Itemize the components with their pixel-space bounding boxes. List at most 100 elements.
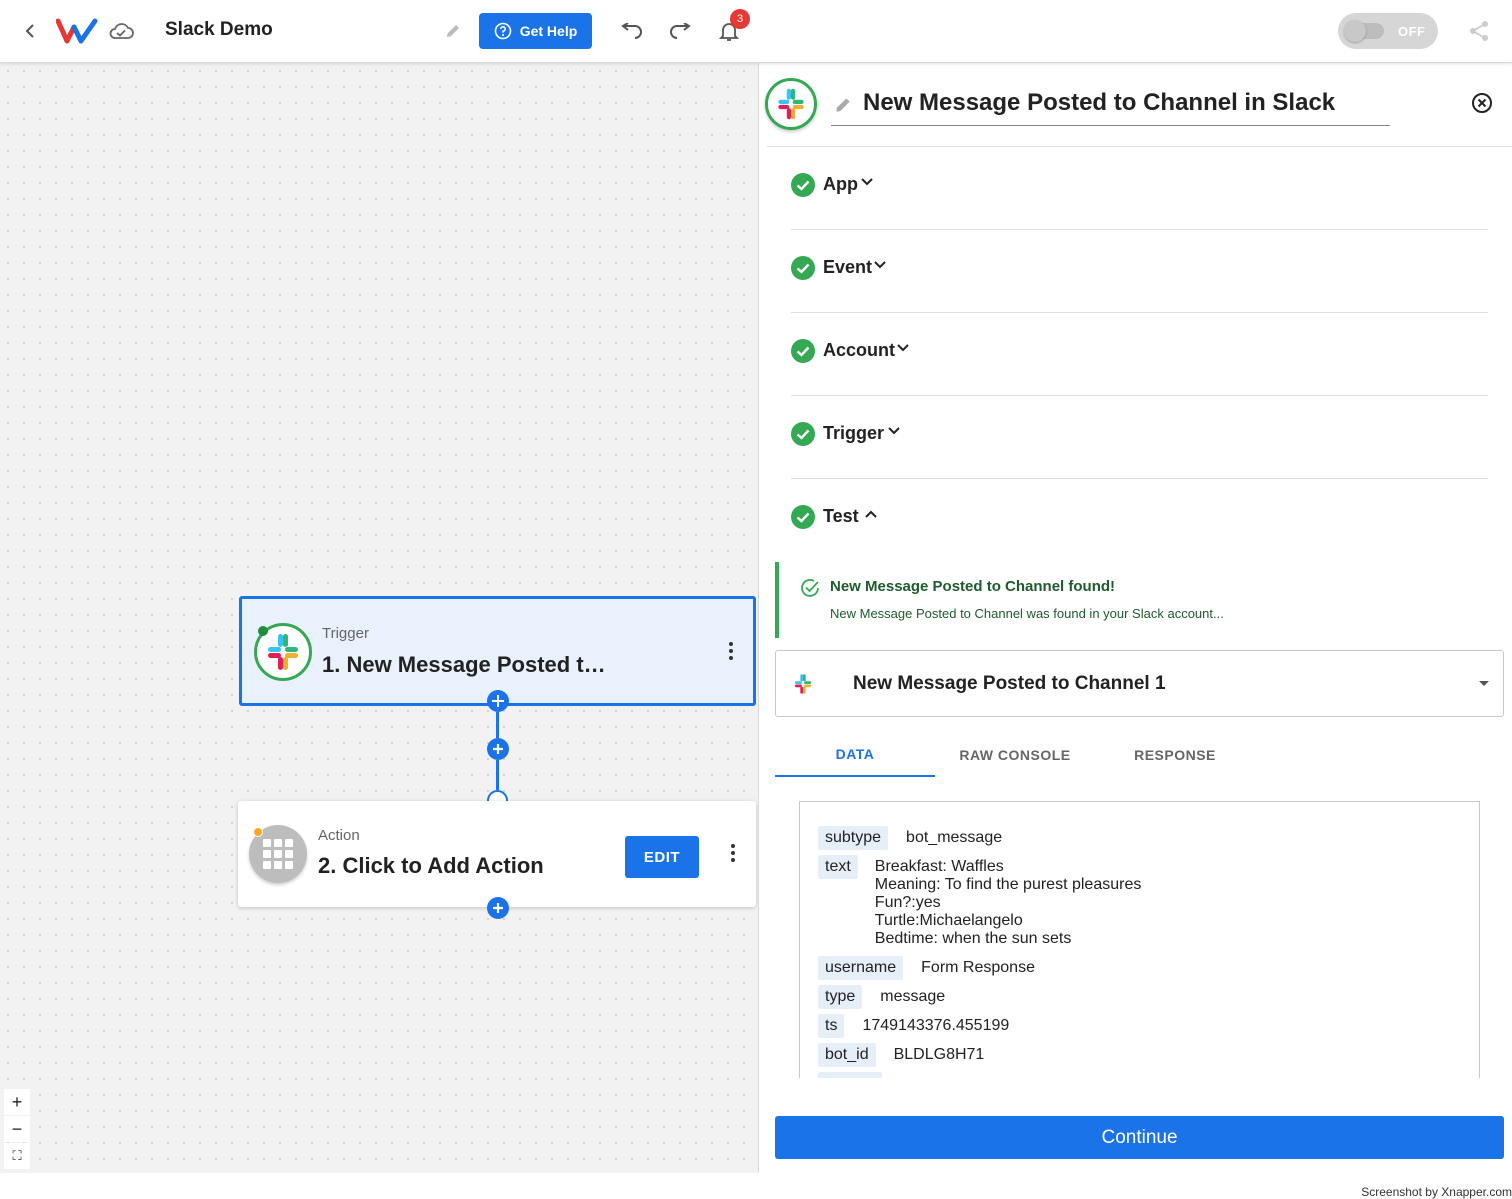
data-value: 1749143376.455199	[862, 1017, 1010, 1034]
close-panel-icon[interactable]	[1470, 91, 1494, 115]
success-title: New Message Posted to Channel found!	[830, 578, 1116, 595]
trigger-name-label: 1. New Message Posted t…	[322, 652, 606, 677]
action-kind-label: Action	[318, 827, 360, 844]
data-value-line: Meaning: To find the purest pleasures	[874, 876, 1142, 893]
data-key: username	[818, 956, 904, 980]
test-success-alert: New Message Posted to Channel found! New…	[775, 562, 1265, 638]
data-key: text	[818, 855, 858, 879]
step-config-panel: New Message Posted to Channel in Slack A…	[758, 63, 1512, 1173]
section-account[interactable]: Account	[791, 313, 1488, 396]
data-key: subtype	[818, 826, 889, 850]
test-data-list[interactable]: subtype bot_message text Breakfast: Waff…	[799, 801, 1480, 1078]
data-value: BLDLG8H71	[893, 1046, 985, 1063]
workflow-title: Slack Demo	[165, 19, 273, 40]
step-title-field[interactable]: New Message Posted to Channel in Slack	[831, 85, 1390, 126]
section-test[interactable]: Test	[791, 479, 1488, 562]
undo-icon[interactable]	[618, 16, 646, 46]
connector-line	[496, 712, 499, 738]
success-subtitle: New Message Posted to Channel was found …	[830, 606, 1224, 621]
edit-action-button[interactable]: EDIT	[625, 836, 699, 878]
continue-button[interactable]: Continue	[775, 1116, 1504, 1159]
workflow-canvas[interactable]: Trigger 1. New Message Posted t… Action …	[0, 63, 758, 1173]
section-label: Trigger	[823, 423, 885, 443]
chevron-down-icon	[888, 427, 900, 435]
data-value-line: Breakfast: Waffles	[874, 858, 1004, 875]
data-row-subtype: subtype bot_message	[818, 826, 1002, 850]
data-value-line: Fun?:yes	[874, 894, 941, 911]
tab-data[interactable]: DATA	[775, 733, 935, 777]
selected-sample-label: New Message Posted to Channel 1	[853, 673, 1166, 694]
question-circle-icon	[494, 22, 512, 40]
data-row-text: text Breakfast: Waffles Meaning: To find…	[818, 855, 1141, 948]
trigger-menu-icon[interactable]	[721, 637, 741, 665]
action-name-label: 2. Click to Add Action	[318, 853, 544, 878]
zoom-out-button[interactable]: −	[4, 1116, 30, 1142]
zoom-in-button[interactable]: +	[4, 1089, 30, 1115]
data-row-ts: ts 1749143376.455199	[818, 1014, 1009, 1038]
check-circle-icon	[791, 422, 815, 446]
get-help-button[interactable]: Get Help	[479, 13, 592, 49]
data-key: ts	[818, 1014, 845, 1038]
screenshot-credit: Screenshot by Xnapper.com	[1361, 1185, 1512, 1199]
workflow-logo-icon[interactable]	[56, 16, 98, 46]
caret-down-icon	[1479, 681, 1489, 686]
data-key-clipped	[818, 1072, 882, 1078]
get-help-label: Get Help	[519, 23, 578, 39]
data-value-multiline: Breakfast: Waffles Meaning: To find the …	[875, 855, 1142, 948]
section-label: Test	[823, 506, 859, 526]
section-app[interactable]: App	[791, 147, 1488, 230]
pencil-icon	[836, 98, 850, 112]
notification-count-badge: 3	[730, 9, 750, 29]
section-label: App	[823, 174, 858, 194]
chevron-up-icon	[865, 510, 877, 518]
tab-raw-console[interactable]: RAW CONSOLE	[935, 733, 1095, 777]
toggle-state-label: OFF	[1398, 23, 1426, 39]
data-key: bot_id	[818, 1043, 876, 1067]
check-outline-icon	[801, 579, 819, 597]
connector-line	[496, 760, 499, 790]
back-icon[interactable]	[16, 16, 44, 46]
trigger-handle-icon[interactable]	[487, 690, 509, 712]
toggle-knob	[1344, 20, 1384, 42]
check-circle-icon	[791, 173, 815, 197]
tab-response[interactable]: RESPONSE	[1095, 733, 1255, 777]
status-dot-orange	[253, 827, 263, 837]
action-menu-icon[interactable]	[723, 839, 743, 867]
redo-icon[interactable]	[666, 16, 694, 46]
action-node[interactable]: Action 2. Click to Add Action EDIT	[238, 801, 756, 907]
slack-logo-icon	[794, 674, 812, 694]
data-key: type	[818, 985, 863, 1009]
check-circle-icon	[791, 256, 815, 280]
data-row-type: type message	[818, 985, 945, 1009]
status-dot-green	[258, 626, 268, 636]
section-label: Event	[823, 257, 873, 277]
top-bar: Slack Demo Get Help 3 OFF	[0, 0, 1512, 63]
step-title: New Message Posted to Channel in Slack	[863, 89, 1336, 116]
chevron-down-icon	[861, 178, 873, 186]
data-row-bot-id: bot_id BLDLG8H71	[818, 1043, 984, 1067]
cloud-saved-icon	[107, 18, 135, 44]
section-event[interactable]: Event	[791, 230, 1488, 313]
footer-bar	[0, 1173, 1512, 1198]
trigger-kind-label: Trigger	[322, 625, 369, 642]
data-value: message	[880, 988, 946, 1005]
data-value-line: Bedtime: when the sun sets	[874, 930, 1072, 947]
chevron-down-icon	[897, 344, 909, 352]
section-label: Account	[823, 340, 895, 360]
workflow-active-toggle[interactable]: OFF	[1338, 13, 1438, 49]
rename-pencil-icon[interactable]	[441, 18, 465, 44]
data-row-username: username Form Response	[818, 956, 1035, 980]
fit-view-button[interactable]: ⛶	[4, 1143, 30, 1169]
check-circle-icon	[791, 505, 815, 529]
slack-logo-icon	[765, 78, 817, 130]
insert-step-plus-icon[interactable]	[487, 738, 509, 760]
data-value: bot_message	[906, 829, 1003, 846]
test-sample-select[interactable]: New Message Posted to Channel 1	[775, 650, 1504, 717]
check-circle-icon	[791, 339, 815, 363]
add-step-plus-icon[interactable]	[487, 897, 509, 919]
data-row-clipped	[818, 1072, 882, 1078]
chevron-down-icon	[874, 261, 886, 269]
data-value-line: Turtle:Michaelangelo	[874, 912, 1023, 929]
share-icon[interactable]	[1465, 18, 1493, 44]
section-trigger[interactable]: Trigger	[791, 396, 1488, 479]
